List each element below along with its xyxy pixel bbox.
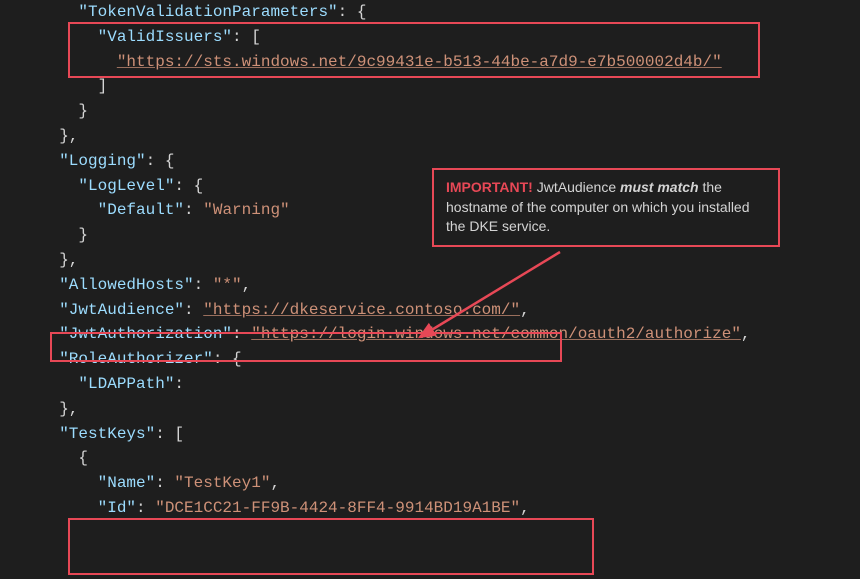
code-editor-content[interactable]: "TokenValidationParameters": { "ValidIss…	[0, 0, 860, 521]
key-loglevel: "LogLevel"	[78, 177, 174, 195]
key-name: "Name"	[98, 474, 156, 492]
value-testkey-id: "DCE1CC21-FF9B-4424-8FF4-9914BD19A1BE"	[155, 499, 520, 517]
key-logging: "Logging"	[59, 152, 145, 170]
key-jwt-authorization: "JwtAuthorization"	[59, 325, 232, 343]
value-testkey-name: "TestKey1"	[174, 474, 270, 492]
callout-important-label: IMPORTANT!	[446, 179, 533, 195]
key-id: "Id"	[98, 499, 136, 517]
callout-text1: JwtAudience	[533, 179, 620, 195]
key-ldap-path: "LDAPPath"	[78, 375, 174, 393]
value-default-loglevel: "Warning"	[203, 201, 289, 219]
value-jwt-audience: "https://dkeservice.contoso.com/"	[203, 301, 520, 319]
annotation-box-testkeys	[68, 518, 594, 575]
callout-jwtaudience: IMPORTANT! JwtAudience must match the ho…	[432, 168, 780, 247]
key-test-keys: "TestKeys"	[59, 425, 155, 443]
callout-must-match: must match	[620, 179, 699, 195]
value-allowed-hosts: "*"	[213, 276, 242, 294]
key-token-validation: "TokenValidationParameters"	[78, 3, 337, 21]
value-jwt-authorization: "https://login.windows.net/common/oauth2…	[251, 325, 741, 343]
key-role-authorizer: "RoleAuthorizer"	[59, 350, 213, 368]
key-valid-issuers: "ValidIssuers"	[98, 28, 232, 46]
key-default: "Default"	[98, 201, 184, 219]
key-jwt-audience: "JwtAudience"	[59, 301, 184, 319]
key-allowed-hosts: "AllowedHosts"	[59, 276, 193, 294]
value-valid-issuer-url: "https://sts.windows.net/9c99431e-b513-4…	[117, 53, 722, 71]
